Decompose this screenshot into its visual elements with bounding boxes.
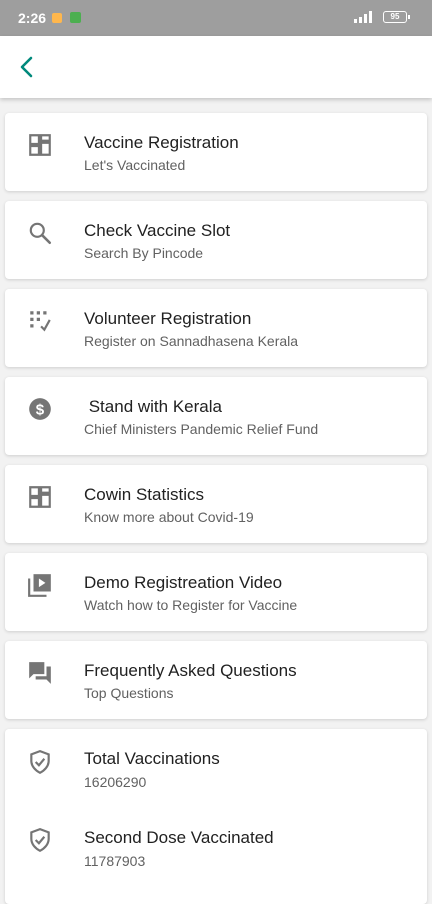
back-arrow-icon[interactable] xyxy=(12,52,42,82)
menu-card-stand-with-kerala[interactable]: $ Stand with Kerala Chief Ministers Pand… xyxy=(5,377,427,455)
menu-title: Cowin Statistics xyxy=(84,485,204,504)
status-time: 2:26 xyxy=(18,10,47,26)
shield-check-icon xyxy=(30,750,50,775)
dialpad-icon xyxy=(30,311,51,332)
app-bar xyxy=(0,36,432,98)
battery-icon: 95 xyxy=(383,11,410,23)
menu-card-check-vaccine-slot[interactable]: Check Vaccine Slot Search By Pincode xyxy=(5,201,427,279)
menu-subtitle: Let's Vaccinated xyxy=(84,157,186,173)
search-icon xyxy=(29,222,52,245)
menu-title: Frequently Asked Questions xyxy=(84,661,297,680)
whatsapp-notification-icon xyxy=(70,12,81,23)
dashboard-icon xyxy=(29,134,51,156)
menu-subtitle: Know more about Covid-19 xyxy=(84,509,254,525)
stat-title: Total Vaccinations xyxy=(84,749,220,768)
stat-title: Second Dose Vaccinated xyxy=(84,828,274,847)
menu-card-vaccine-registration[interactable]: Vaccine Registration Let's Vaccinated xyxy=(5,113,427,191)
dashboard-icon xyxy=(29,486,51,508)
menu-card-faq[interactable]: Frequently Asked Questions Top Questions xyxy=(5,641,427,719)
notes-notification-icon xyxy=(52,13,62,23)
video-library-icon xyxy=(28,574,51,597)
menu-card-volunteer-registration[interactable]: Volunteer Registration Register on Sanna… xyxy=(5,289,427,367)
menu-subtitle: Search By Pincode xyxy=(84,245,204,261)
vaccination-stats-card: Total Vaccinations 16206290 Second Dose … xyxy=(5,729,427,904)
menu-subtitle: Register on Sannadhasena Kerala xyxy=(84,333,299,349)
stat-value: 16206290 xyxy=(84,774,147,790)
menu-subtitle: Watch how to Register for Vaccine xyxy=(84,597,298,613)
shield-check-icon xyxy=(30,828,50,853)
svg-text:$: $ xyxy=(36,401,45,418)
status-bar: 2:26 95 xyxy=(0,0,432,36)
signal-icon xyxy=(354,11,372,23)
menu-subtitle: Top Questions xyxy=(84,685,174,701)
menu-title: Vaccine Registration xyxy=(84,133,239,152)
dollar-coin-icon: $ xyxy=(29,398,51,420)
menu-subtitle: Chief Ministers Pandemic Relief Fund xyxy=(84,421,319,437)
menu-card-cowin-statistics[interactable]: Cowin Statistics Know more about Covid-1… xyxy=(5,465,427,543)
menu-title: Check Vaccine Slot xyxy=(84,221,231,240)
forum-icon xyxy=(29,662,51,684)
menu-title: Demo Registreation Video xyxy=(84,573,283,592)
menu-card-demo-video[interactable]: Demo Registreation Video Watch how to Re… xyxy=(5,553,427,631)
menu-title: Volunteer Registration xyxy=(84,309,252,328)
stat-value: 11787903 xyxy=(84,853,146,869)
menu-title: Stand with Kerala xyxy=(84,397,222,416)
